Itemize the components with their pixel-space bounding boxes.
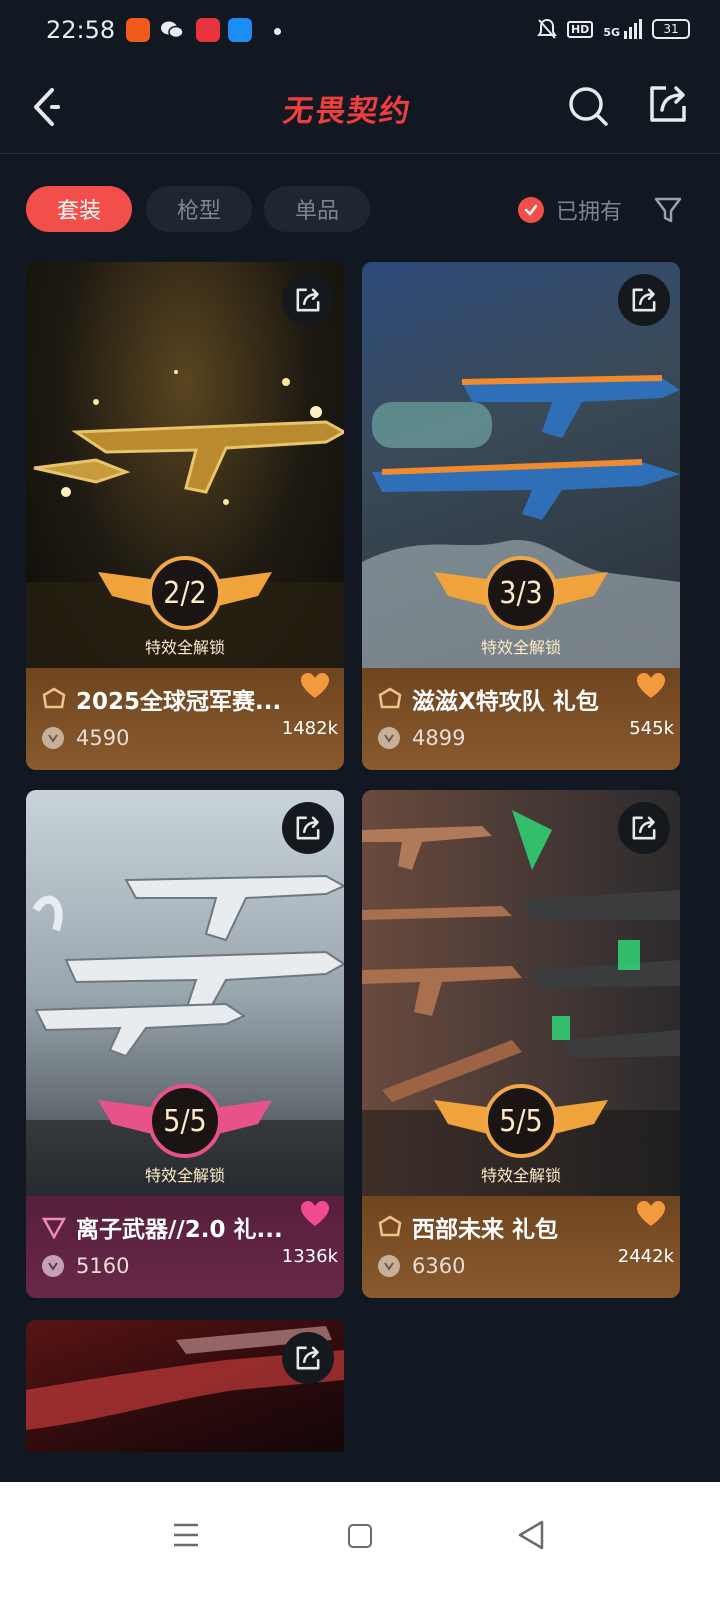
wechat-icon [160,18,184,42]
card-title: 西部未来 礼包 [412,1217,559,1243]
card-likes: 1482k [281,718,338,739]
card-share-button[interactable] [618,274,670,326]
search-icon [569,87,608,126]
tier-icon [378,687,402,709]
signal-label: 5G [603,26,620,39]
unlock-badge: 3/3 特效全解锁 [434,550,608,670]
vp-currency-icon [378,1255,400,1277]
tier-icon [378,1215,402,1237]
card-title: 离子武器//2.0 礼... [76,1217,282,1243]
browser-icon [228,18,252,42]
unlock-badge: 5/5 特效全解锁 [98,1078,272,1198]
vp-currency-icon [42,1255,64,1277]
share-button[interactable] [646,82,690,126]
tier-icon [42,687,66,709]
heart-icon[interactable] [636,1200,666,1228]
badge-label: 特效全解锁 [480,1166,561,1185]
bundle-card[interactable]: 5/5 特效全解锁 离子武器//2.0 礼... 5160 1336k [26,790,344,1298]
card-likes: 2442k [617,1246,674,1267]
status-time: 22:58 [46,16,116,44]
bundle-card[interactable]: 3/3 特效全解锁 滋滋X特攻队 礼包 4899 545k [362,262,680,770]
unlock-badge: 2/2 特效全解锁 [98,550,272,670]
hd-badge: HD [566,20,594,38]
badge-label: 特效全解锁 [144,1166,225,1185]
share-icon [296,288,320,312]
card-share-button[interactable] [282,274,334,326]
more-notifications-dot [274,28,281,35]
owned-toggle[interactable]: 已拥有 [518,194,622,226]
app-header: 无畏契约 [0,64,720,154]
share-icon [296,1346,320,1370]
share-icon [632,288,656,312]
bundle-card[interactable]: 5/5 特效全解锁 西部未来 礼包 6360 2442k [362,790,680,1298]
unlock-badge: 5/5 特效全解锁 [434,1078,608,1198]
vp-currency-icon [378,727,400,749]
card-share-button[interactable] [282,1332,334,1384]
share-icon [650,86,686,122]
badge-label: 特效全解锁 [144,638,225,657]
system-nav-bar [0,1482,720,1600]
bundle-card[interactable] [26,1320,344,1452]
badge-progress: 3/3 [484,556,558,630]
card-likes: 1336k [281,1246,338,1267]
filter-bar: 套装 枪型 单品 已拥有 [0,186,720,236]
share-icon [632,816,656,840]
tab-single-item[interactable]: 单品 [264,186,370,232]
heart-icon[interactable] [300,1200,330,1228]
heart-icon[interactable] [300,672,330,700]
back-button[interactable] [28,82,68,132]
music-icon [196,18,220,42]
app-logo: 无畏契约 [281,94,414,129]
card-price: 5160 [76,1254,130,1278]
battery-level: 31 [663,22,679,36]
card-price: 4590 [76,726,130,750]
badge-label: 特效全解锁 [480,638,561,657]
vp-currency-icon [42,727,64,749]
funnel-icon [654,197,682,223]
card-price: 6360 [412,1254,466,1278]
card-title: 2025全球冠军赛... [76,689,282,715]
tab-weapon-type[interactable]: 枪型 [146,186,252,232]
card-info: 西部未来 礼包 6360 2442k [362,1196,680,1298]
badge-progress: 5/5 [484,1084,558,1158]
filter-button[interactable] [652,194,684,226]
heart-icon[interactable] [636,672,666,700]
mute-icon [537,18,557,39]
search-button[interactable] [566,84,610,128]
tab-bundle[interactable]: 套装 [26,186,132,232]
card-title: 滋滋X特攻队 礼包 [412,689,599,715]
card-price: 4899 [412,726,466,750]
status-bar: 22:58 HD 5G 31 [0,0,720,64]
menu-icon[interactable] [172,1522,200,1548]
card-info: 滋滋X特攻队 礼包 4899 545k [362,668,680,770]
bundle-card[interactable]: 2/2 特效全解锁 2025全球冠军赛... 4590 1482k [26,262,344,770]
battery-icon: 31 [652,19,690,39]
badge-progress: 2/2 [148,556,222,630]
taobao-icon [126,18,150,42]
card-share-button[interactable] [618,802,670,854]
card-likes: 545k [629,718,674,739]
card-info: 2025全球冠军赛... 4590 1482k [26,668,344,770]
signal-icon: 5G [603,19,642,39]
owned-label: 已拥有 [556,200,623,225]
home-icon[interactable] [348,1524,372,1548]
card-info: 离子武器//2.0 礼... 5160 1336k [26,1196,344,1298]
card-share-button[interactable] [282,802,334,854]
tier-icon [42,1217,66,1239]
check-icon [518,197,544,223]
back-triangle-icon[interactable] [518,1520,544,1550]
badge-progress: 5/5 [148,1084,222,1158]
share-icon [296,816,320,840]
